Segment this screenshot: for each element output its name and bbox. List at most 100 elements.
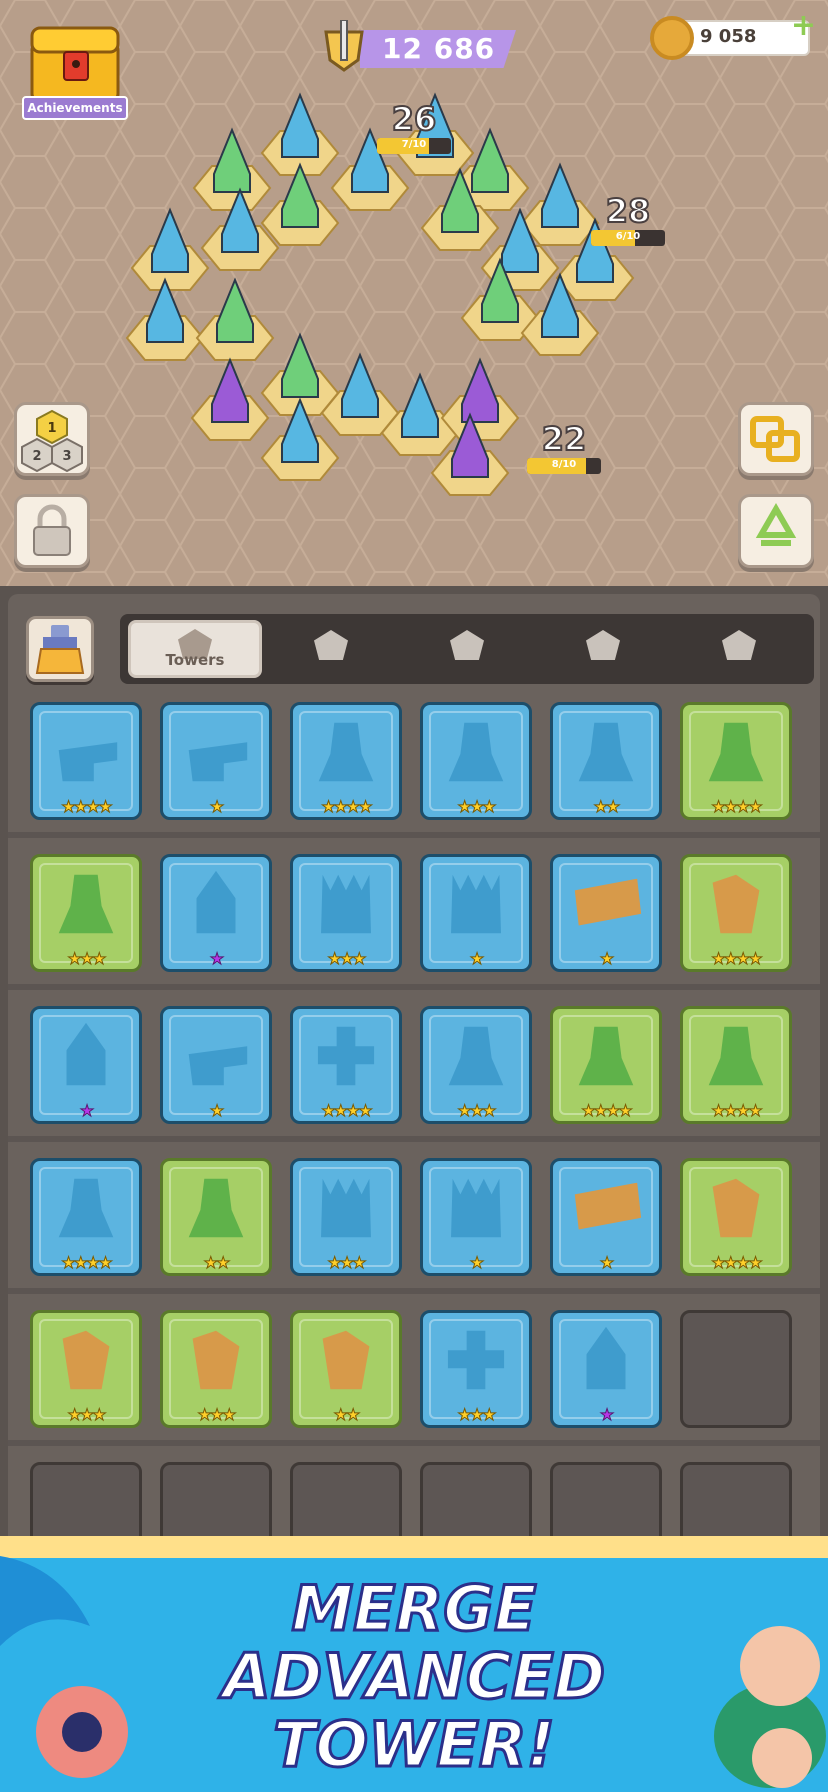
inventory-slot-spire[interactable]: ★ (550, 1310, 662, 1428)
level-number: 22 (541, 419, 588, 459)
inventory-slot-axe[interactable]: ★★ (550, 702, 662, 820)
lock-icon (33, 504, 71, 556)
inventory-slot-cannon[interactable]: ★★★★ (30, 702, 142, 820)
inventory-slot-archer[interactable]: ★★★★ (550, 1006, 662, 1124)
coin-icon (650, 16, 694, 60)
inventory-slot-axe[interactable]: ★★★★ (290, 702, 402, 820)
tab-helmet[interactable] (400, 620, 534, 678)
row-divider (8, 984, 820, 990)
star-rating: ★★ (333, 1405, 361, 1424)
level-progress-text: 6/10 (615, 231, 641, 242)
star-rating: ★ (209, 949, 224, 968)
inventory-slot-axe[interactable]: ★★★ (420, 702, 532, 820)
treasure-chest-icon (30, 26, 120, 102)
claw-icon (314, 630, 348, 660)
trophy-value: 12 686 (382, 32, 496, 65)
star-rating: ★★★★ (61, 797, 113, 816)
inventory-slot-cross[interactable]: ★★★ (420, 1310, 532, 1428)
tab-towers[interactable]: Towers (128, 620, 262, 678)
star-rating: ★★★★ (581, 1101, 633, 1120)
coin-counter[interactable]: 9 058 + (650, 8, 816, 60)
inventory-slot-cannon[interactable]: ★ (160, 702, 272, 820)
coin-value: 9 058 (700, 26, 757, 47)
hex-number-3: 3 (62, 449, 71, 464)
inventory-slot-archer[interactable]: ★★★★ (680, 1006, 792, 1124)
inventory-slot-cannon[interactable]: ★ (160, 1006, 272, 1124)
demon-icon (586, 630, 620, 660)
inventory-slot-spire[interactable]: ★ (30, 1006, 142, 1124)
star-rating: ★★★★ (61, 1253, 113, 1272)
numbers-button[interactable]: 1 2 3 (14, 402, 90, 476)
inventory-slot-spire[interactable]: ★ (160, 854, 272, 972)
row-divider (8, 1288, 820, 1294)
star-rating: ★ (469, 949, 484, 968)
banner-line-2: ADVANCED (221, 1640, 606, 1713)
helmet-icon (450, 630, 484, 660)
lock-button[interactable] (14, 494, 90, 568)
tab-demon[interactable] (536, 620, 670, 678)
recycle-icon (755, 502, 797, 546)
star-rating: ★ (209, 1101, 224, 1120)
inventory-slot-archer[interactable]: ★★ (160, 1158, 272, 1276)
star-rating: ★★★ (327, 949, 367, 968)
merge-button[interactable] (738, 402, 814, 476)
inventory-slot-spikes[interactable]: ★ (420, 854, 532, 972)
star-rating: ★ (469, 1253, 484, 1272)
star-rating: ★★★ (457, 1101, 497, 1120)
banner-line-3: TOWER! (272, 1708, 557, 1781)
star-rating: ★★★★ (711, 1101, 763, 1120)
tower-level-badge: 22 8/10 (514, 419, 614, 474)
star-rating: ★★★★ (711, 1253, 763, 1272)
level-progress-text: 8/10 (551, 459, 577, 470)
hex-number-1: 1 (47, 421, 56, 436)
gem-icon (722, 630, 756, 660)
plus-icon[interactable]: + (791, 8, 816, 43)
tab-label: Towers (165, 651, 225, 669)
star-rating: ★★★★ (321, 1101, 373, 1120)
inventory-slot-catapult[interactable]: ★★★★ (680, 1158, 792, 1276)
star-rating: ★ (79, 1101, 94, 1120)
inventory-slot-catapult[interactable]: ★★★ (160, 1310, 272, 1428)
level-number: 28 (605, 191, 652, 231)
star-rating: ★ (599, 949, 614, 968)
star-rating: ★ (209, 797, 224, 816)
inventory-slot-archer[interactable]: ★★★ (30, 854, 142, 972)
banner-line-1: MERGE (290, 1572, 538, 1645)
level-progress-bar: 8/10 (527, 458, 601, 474)
inventory-slot-archer[interactable]: ★★★★ (680, 702, 792, 820)
sort-brush-button[interactable] (26, 616, 94, 682)
recycle-button[interactable] (738, 494, 814, 568)
inventory-slot-catapult[interactable]: ★★★ (30, 1310, 142, 1428)
brush-icon (35, 625, 85, 674)
row-divider (8, 1440, 820, 1446)
inventory-slot-catapult[interactable]: ★★ (290, 1310, 402, 1428)
star-rating: ★★★ (197, 1405, 237, 1424)
merge-board: Achievements 12 686 9 058 + 26 7/10 28 6… (0, 0, 828, 590)
inventory-slot-spikes[interactable]: ★ (420, 1158, 532, 1276)
inventory-slot-spikes[interactable]: ★★★ (290, 1158, 402, 1276)
inventory-slot-cross[interactable]: ★★★★ (290, 1006, 402, 1124)
star-rating: ★★★★ (321, 797, 373, 816)
inventory-slot-spikes[interactable]: ★★★ (290, 854, 402, 972)
trophy-sword-shield-icon (324, 20, 364, 72)
achievements-label: Achievements (22, 96, 128, 120)
level-number: 26 (391, 99, 438, 139)
inventory-slot-log[interactable]: ★ (550, 854, 662, 972)
star-rating: ★★★ (457, 1405, 497, 1424)
tab-gem[interactable] (672, 620, 806, 678)
inventory-slot-axe[interactable]: ★★★ (420, 1006, 532, 1124)
row-divider (8, 1136, 820, 1142)
inventory-slot-axe[interactable]: ★★★★ (30, 1158, 142, 1276)
hex-numbers-icon: 1 2 3 (21, 409, 83, 473)
inventory-slot-catapult[interactable]: ★★★★ (680, 854, 792, 972)
level-progress-text: 7/10 (401, 139, 427, 150)
hex-number-2: 2 (32, 449, 41, 464)
merge-squares-icon (750, 416, 800, 462)
star-rating: ★★★ (67, 949, 107, 968)
level-progress-bar: 6/10 (591, 230, 665, 246)
star-rating: ★★ (593, 797, 621, 816)
level-progress-bar: 7/10 (377, 138, 451, 154)
inventory-slot-log[interactable]: ★ (550, 1158, 662, 1276)
tab-claw[interactable] (264, 620, 398, 678)
empty-slot[interactable] (680, 1310, 792, 1428)
